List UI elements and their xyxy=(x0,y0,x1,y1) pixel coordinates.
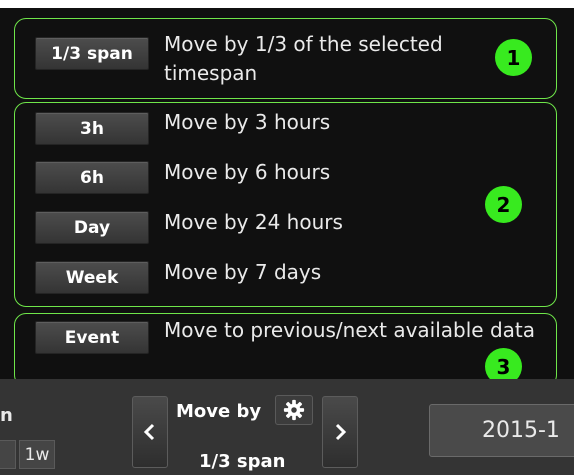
event-button[interactable]: Event xyxy=(35,321,149,354)
3h-description: Move by 3 hours xyxy=(164,110,331,134)
week-button[interactable]: Week xyxy=(35,261,149,294)
bottom-toolbar: n 1w Move by 1/3 span 2015-1 xyxy=(0,379,574,475)
settings-button[interactable] xyxy=(275,395,313,425)
week-description: Move by 7 days xyxy=(164,260,322,284)
one-week-button[interactable]: 1w xyxy=(19,440,55,469)
chevron-right-icon xyxy=(335,423,347,441)
move-by-value: 1/3 span xyxy=(199,451,286,472)
edge-partial-button[interactable] xyxy=(0,440,16,469)
6h-button[interactable]: 6h xyxy=(35,161,149,194)
group-span-options: 1/3 span Move by 1/3 of the selected tim… xyxy=(14,18,557,99)
group-event-option: Event Move to previous/next available da… xyxy=(14,313,557,387)
date-field[interactable]: 2015-1 xyxy=(429,404,574,457)
6h-description: Move by 6 hours xyxy=(164,160,331,184)
previous-button[interactable] xyxy=(132,396,168,468)
3h-button[interactable]: 3h xyxy=(35,112,149,145)
day-button[interactable]: Day xyxy=(35,211,149,244)
move-by-label: Move by xyxy=(176,401,262,422)
next-button[interactable] xyxy=(322,396,358,468)
gear-icon xyxy=(283,399,305,421)
span-third-button[interactable]: 1/3 span xyxy=(35,37,149,70)
span-third-description: Move by 1/3 of the selected timespan xyxy=(164,32,443,85)
chevron-left-icon xyxy=(143,423,155,441)
day-description: Move by 24 hours xyxy=(164,210,343,234)
group-fixed-options: 3h Move by 3 hours 6h Move by 6 hours Da… xyxy=(14,102,557,307)
badge-2: 2 xyxy=(485,186,522,223)
event-description: Move to previous/next available data xyxy=(164,318,536,342)
toolbar-edge-text: n xyxy=(0,405,13,426)
move-by-help-panel: 1/3 span Move by 1/3 of the selected tim… xyxy=(0,8,574,475)
badge-1: 1 xyxy=(495,39,532,76)
